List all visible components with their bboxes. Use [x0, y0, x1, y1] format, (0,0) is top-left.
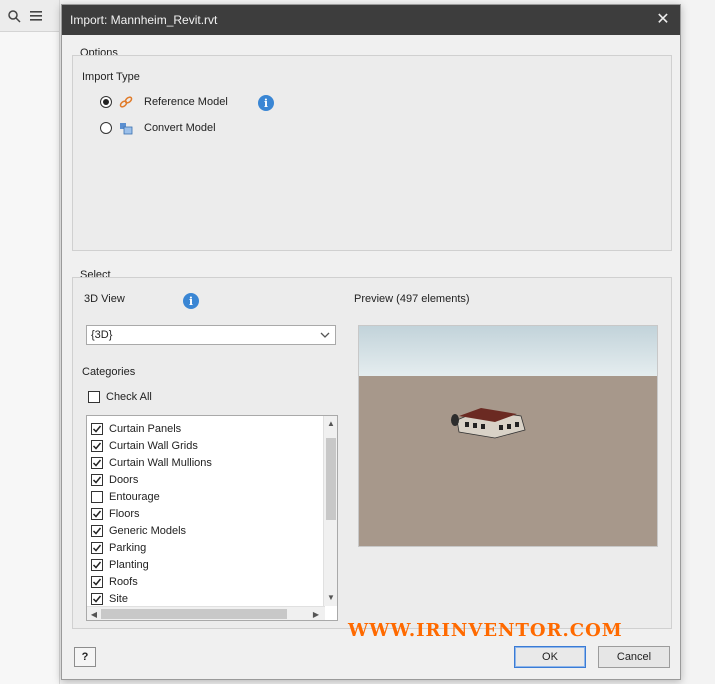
- info-icon[interactable]: i: [258, 95, 274, 111]
- category-checkbox[interactable]: [91, 524, 103, 537]
- category-label: Roofs: [109, 575, 138, 588]
- convert-model-icon: [118, 120, 134, 136]
- scroll-right-icon[interactable]: ▶: [311, 609, 321, 619]
- reference-model-label: Reference Model: [144, 96, 228, 108]
- vertical-scrollbar[interactable]: ▲ ▼: [323, 416, 337, 606]
- category-list-item[interactable]: Curtain Panels: [91, 420, 181, 437]
- convert-model-label: Convert Model: [144, 122, 216, 134]
- reference-model-option[interactable]: Reference Model: [100, 94, 228, 110]
- horizontal-scrollbar[interactable]: ◀ ▶: [87, 606, 325, 620]
- checkmark-icon: [92, 425, 102, 433]
- categories-list[interactable]: Curtain Panels Curtain Wall Grids Curtain …: [86, 415, 338, 621]
- background-app-panel: [0, 0, 60, 684]
- preview-ground: [359, 376, 657, 546]
- import-type-label: Import Type: [82, 71, 140, 83]
- scroll-down-icon[interactable]: ▼: [326, 592, 336, 602]
- help-icon[interactable]: ?: [74, 647, 96, 667]
- category-checkbox[interactable]: [91, 490, 103, 503]
- category-label: Entourage: [109, 490, 160, 503]
- category-label: Doors: [109, 473, 139, 486]
- categories-label: Categories: [82, 366, 136, 378]
- info-icon[interactable]: i: [183, 293, 199, 309]
- checkmark-icon: [92, 476, 102, 484]
- category-list-item[interactable]: Site: [91, 590, 128, 607]
- checkmark-icon: [92, 578, 102, 586]
- check-all-option[interactable]: Check All: [88, 391, 152, 403]
- check-all-label: Check All: [106, 391, 152, 403]
- category-list-item[interactable]: Curtain Wall Grids: [91, 437, 198, 454]
- ok-button[interactable]: OK: [514, 646, 586, 668]
- 3d-view-label: 3D View: [84, 293, 125, 305]
- category-checkbox[interactable]: [91, 456, 103, 469]
- cancel-button[interactable]: Cancel: [598, 646, 670, 668]
- vertical-scroll-thumb[interactable]: [326, 438, 336, 520]
- horizontal-scroll-thumb[interactable]: [101, 609, 287, 619]
- watermark-text: WWW.IRINVENTOR.COM: [348, 620, 623, 641]
- scroll-up-icon[interactable]: ▲: [326, 418, 336, 428]
- category-label: Site: [109, 592, 128, 605]
- checkmark-icon: [92, 544, 102, 552]
- link-icon: [118, 94, 134, 110]
- category-checkbox[interactable]: [91, 592, 103, 605]
- category-checkbox[interactable]: [91, 439, 103, 452]
- category-checkbox[interactable]: [91, 507, 103, 520]
- dialog-title: Import: Mannheim_Revit.rvt: [70, 13, 218, 27]
- background-toolbar: [0, 0, 59, 32]
- hamburger-menu-icon[interactable]: [28, 8, 44, 24]
- close-icon[interactable]: ✕: [654, 10, 672, 28]
- category-checkbox[interactable]: [91, 541, 103, 554]
- convert-model-option[interactable]: Convert Model: [100, 120, 216, 136]
- convert-model-radio[interactable]: [100, 122, 112, 134]
- options-panel: [72, 55, 672, 251]
- building-model-thumbnail: [451, 408, 526, 439]
- category-checkbox[interactable]: [91, 473, 103, 486]
- 3d-view-dropdown[interactable]: {3D}: [86, 325, 336, 345]
- reference-model-radio[interactable]: [100, 96, 112, 108]
- category-list-item[interactable]: Parking: [91, 539, 146, 556]
- preview-label: Preview (497 elements): [354, 293, 470, 305]
- category-list-item[interactable]: Planting: [91, 556, 149, 573]
- category-label: Planting: [109, 558, 149, 571]
- import-dialog: Import: Mannheim_Revit.rvt ✕ Options Imp…: [61, 4, 681, 680]
- checkmark-icon: [92, 459, 102, 467]
- category-label: Curtain Wall Grids: [109, 439, 198, 452]
- category-checkbox[interactable]: [91, 575, 103, 588]
- check-all-checkbox[interactable]: [88, 391, 100, 403]
- checkmark-icon: [92, 595, 102, 603]
- checkmark-icon: [92, 561, 102, 569]
- category-label: Floors: [109, 507, 140, 520]
- category-label: Curtain Panels: [109, 422, 182, 435]
- screen: Import: Mannheim_Revit.rvt ✕ Options Imp…: [0, 0, 715, 684]
- checkmark-icon: [92, 442, 102, 450]
- dialog-titlebar: Import: Mannheim_Revit.rvt ✕: [62, 5, 680, 35]
- category-list-item[interactable]: Doors: [91, 471, 138, 488]
- category-checkbox[interactable]: [91, 558, 103, 571]
- search-icon[interactable]: [6, 8, 22, 24]
- 3d-view-value: {3D}: [91, 329, 113, 341]
- model-preview[interactable]: [358, 325, 658, 547]
- category-list-item[interactable]: Floors: [91, 505, 140, 522]
- preview-sky: [359, 326, 657, 376]
- checkmark-icon: [92, 510, 102, 518]
- category-label: Generic Models: [109, 524, 187, 537]
- category-list-item[interactable]: Entourage: [91, 488, 160, 505]
- scroll-left-icon[interactable]: ◀: [89, 609, 99, 619]
- category-list-item[interactable]: Curtain Wall Mullions: [91, 454, 212, 471]
- category-checkbox[interactable]: [91, 422, 103, 435]
- category-label: Parking: [109, 541, 147, 554]
- category-list-item[interactable]: Roofs: [91, 573, 138, 590]
- chevron-down-icon: [319, 329, 331, 341]
- category-list-item[interactable]: Generic Models: [91, 522, 186, 539]
- category-label: Curtain Wall Mullions: [109, 456, 212, 469]
- checkmark-icon: [92, 527, 102, 535]
